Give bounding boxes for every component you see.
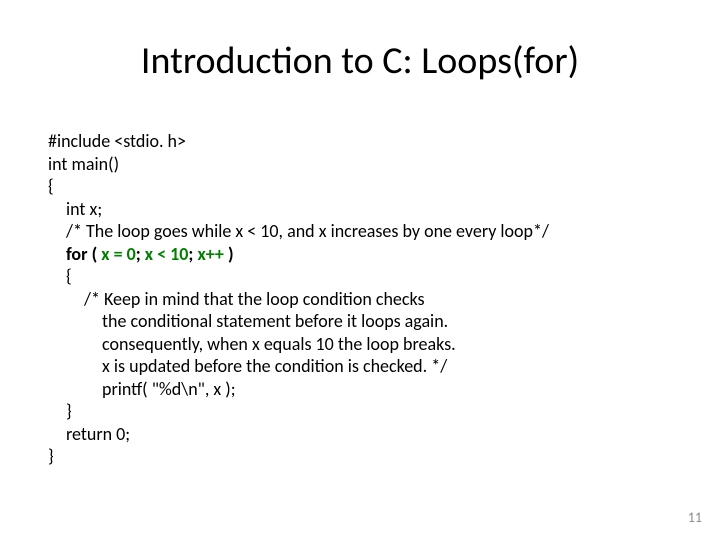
code-line: int x; <box>48 198 672 221</box>
page-number: 11 <box>688 509 702 526</box>
code-line: } <box>48 445 672 468</box>
code-line: x is updated before the condition is che… <box>48 355 672 378</box>
code-line: int main() <box>48 153 672 176</box>
slide: Introduction to C: Loops(for) #include <… <box>0 0 720 540</box>
code-line: } <box>48 400 672 423</box>
for-cond: x < 10 <box>145 243 189 265</box>
code-line: #include <stdio. h> <box>48 130 672 153</box>
code-line: /* The loop goes while x < 10, and x inc… <box>48 220 672 243</box>
for-keyword: for ( <box>66 243 101 265</box>
code-line: consequently, when x equals 10 the loop … <box>48 333 672 356</box>
code-line: { <box>48 265 672 288</box>
code-line: { <box>48 175 672 198</box>
for-semi: ; <box>136 243 145 265</box>
code-line-for: for ( x = 0; x < 10; x++ ) <box>48 243 672 266</box>
code-line: /* Keep in mind that the loop condition … <box>48 288 672 311</box>
code-block: #include <stdio. h> int main() { int x; … <box>48 130 672 468</box>
for-iter: x++ <box>197 243 223 265</box>
code-line: the conditional statement before it loop… <box>48 310 672 333</box>
for-init: x = 0 <box>101 243 136 265</box>
code-line: return 0; <box>48 423 672 446</box>
for-close: ) <box>224 243 234 265</box>
slide-title: Introduction to C: Loops(for) <box>0 38 720 84</box>
code-line: printf( "%d\n", x ); <box>48 378 672 401</box>
